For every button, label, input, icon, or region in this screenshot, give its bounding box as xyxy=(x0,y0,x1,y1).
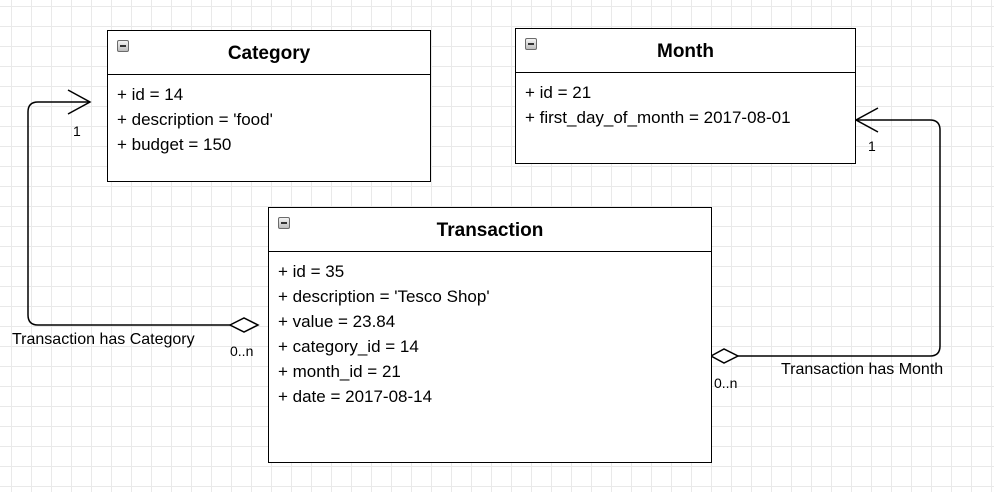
association-label-transaction-month[interactable]: Transaction has Month xyxy=(781,361,943,379)
collapse-icon[interactable] xyxy=(278,217,290,229)
class-month-attributes: + id = 21 + first_day_of_month = 2017-08… xyxy=(516,73,855,130)
attribute: + date = 2017-08-14 xyxy=(278,387,433,406)
attribute: + description = 'Tesco Shop' xyxy=(278,287,490,306)
multiplicity-month-source: 0..n xyxy=(714,375,738,391)
attribute: + id = 21 xyxy=(525,83,592,102)
collapse-icon[interactable] xyxy=(117,40,129,52)
class-month-title: Month xyxy=(657,41,714,62)
collapse-icon[interactable] xyxy=(525,38,537,50)
class-transaction-title: Transaction xyxy=(436,220,544,241)
class-category-title: Category xyxy=(227,43,311,64)
multiplicity-category-source: 0..n xyxy=(230,343,254,359)
multiplicity-month-target: 1 xyxy=(868,138,876,154)
attribute: + id = 35 xyxy=(278,262,345,281)
attribute: + month_id = 21 xyxy=(278,362,401,381)
class-category-header: Category xyxy=(108,31,430,75)
attribute: + id = 14 xyxy=(117,85,184,104)
attribute: + budget = 150 xyxy=(117,135,232,154)
aggregation-diamond-category xyxy=(228,317,260,333)
association-label-transaction-category[interactable]: Transaction has Category xyxy=(12,331,195,349)
diagram-canvas: Category + id = 14 + description = 'food… xyxy=(0,0,994,492)
attribute: + description = 'food' xyxy=(117,110,273,129)
class-category[interactable]: Category + id = 14 + description = 'food… xyxy=(107,30,431,182)
class-transaction-attributes: + id = 35 + description = 'Tesco Shop' +… xyxy=(269,252,711,409)
class-category-attributes: + id = 14 + description = 'food' + budge… xyxy=(108,75,430,157)
class-transaction-header: Transaction xyxy=(269,208,711,252)
aggregation-diamond-month xyxy=(709,348,740,364)
attribute: + category_id = 14 xyxy=(278,337,419,356)
multiplicity-category-target: 1 xyxy=(73,123,81,139)
attribute: + first_day_of_month = 2017-08-01 xyxy=(525,108,791,127)
class-month-header: Month xyxy=(516,29,855,73)
class-transaction[interactable]: Transaction + id = 35 + description = 'T… xyxy=(268,207,712,463)
class-month[interactable]: Month + id = 21 + first_day_of_month = 2… xyxy=(515,28,856,164)
attribute: + value = 23.84 xyxy=(278,312,396,331)
